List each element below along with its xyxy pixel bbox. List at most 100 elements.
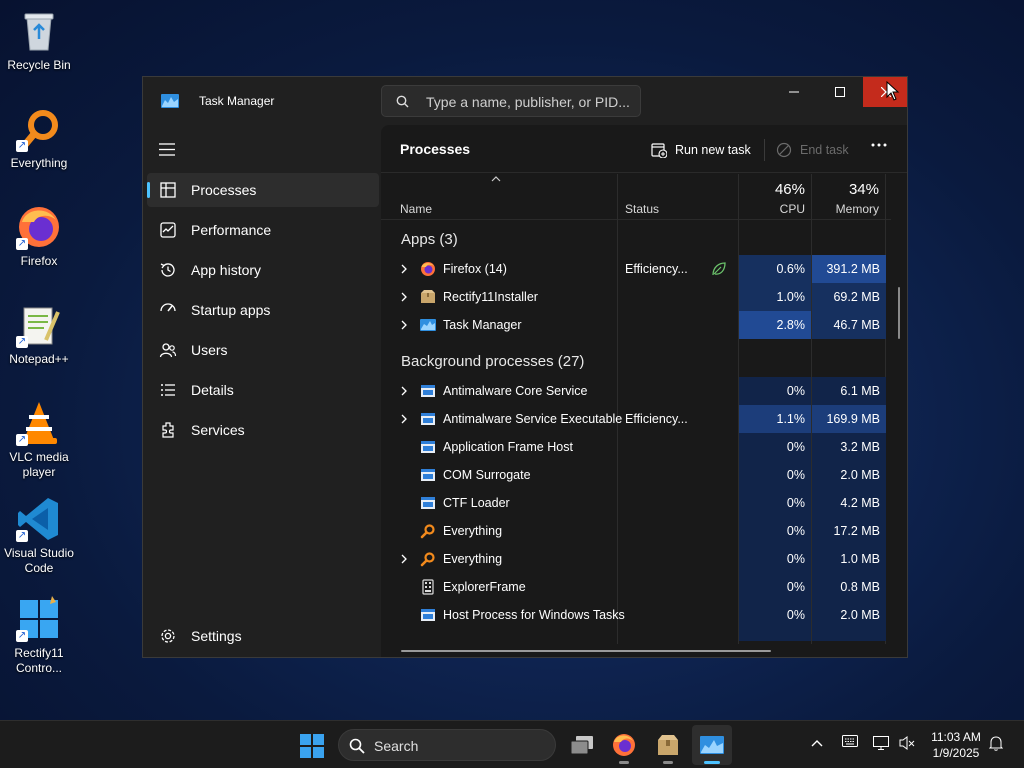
table-row[interactable]: COM Surrogate 0% 2.0 MB: [381, 461, 891, 489]
taskbar-search[interactable]: Search: [338, 729, 556, 761]
desktop-icon-label: Recycle Bin: [7, 58, 71, 72]
column-header-memory[interactable]: Memory: [811, 202, 879, 216]
desktop-icon-vscode[interactable]: ↗ Visual Studio Code: [2, 496, 76, 576]
process-memory: 17.2 MB: [812, 517, 886, 545]
process-cpu: 0%: [739, 573, 811, 601]
keyboard-icon[interactable]: [842, 735, 858, 747]
windows-start-icon[interactable]: [300, 734, 324, 758]
sidebar-item-performance[interactable]: Performance: [147, 213, 379, 247]
table-row[interactable]: ExplorerFrame 0% 0.8 MB: [381, 573, 891, 601]
system-clock[interactable]: 11:03 AM 1/9/2025: [922, 729, 990, 761]
process-name: Host Process for Windows Tasks: [443, 608, 625, 622]
sidebar-item-users[interactable]: Users: [147, 333, 379, 367]
sidebar-item-label: App history: [191, 262, 262, 278]
volume-muted-icon[interactable]: [899, 735, 915, 751]
end-task-button[interactable]: End task: [776, 139, 849, 161]
page-header: Processes Run new task End task: [381, 125, 907, 173]
everything-icon: ↗: [16, 106, 62, 152]
shortcut-arrow-icon: ↗: [16, 434, 28, 446]
taskbar: Search 11:03 AM 1/9/2025: [0, 720, 1024, 768]
chevron-right-icon[interactable]: [401, 320, 407, 330]
search-box[interactable]: [381, 85, 641, 117]
table-row[interactable]: Antimalware Service Executable Efficienc…: [381, 405, 891, 433]
memory-total-percent: 34%: [848, 181, 879, 198]
minimize-button[interactable]: [771, 77, 817, 107]
desktop-icon-notepadpp[interactable]: ↗ Notepad++: [2, 302, 76, 367]
process-cpu: 1.1%: [739, 405, 811, 433]
title-bar[interactable]: Task Manager: [143, 77, 907, 125]
column-header-status[interactable]: Status: [625, 202, 659, 216]
column-header-name[interactable]: Name: [400, 202, 432, 216]
desktop-icon-vlc[interactable]: ↗ VLC media player: [2, 400, 76, 480]
sidebar-item-services[interactable]: Services: [147, 413, 379, 447]
table-row[interactable]: Task Manager 2.8% 46.7 MB: [381, 311, 891, 339]
desktop-icon-recycle-bin[interactable]: Recycle Bin: [2, 8, 76, 73]
recycle-bin-icon: [16, 8, 62, 54]
desktop-icon-everything[interactable]: ↗ Everything: [2, 106, 76, 171]
hamburger-menu-icon[interactable]: [159, 143, 175, 156]
notification-bell-icon[interactable]: [989, 735, 1003, 751]
process-name: CTF Loader: [443, 496, 510, 510]
process-cpu: 1.0%: [739, 283, 811, 311]
task-manager-window: Task Manager Processes Performance App h…: [142, 76, 908, 658]
process-memory: 169.9 MB: [812, 405, 886, 433]
chevron-right-icon[interactable]: [401, 292, 407, 302]
chevron-right-icon[interactable]: [401, 264, 407, 274]
taskbar-task-view[interactable]: [562, 725, 602, 765]
table-row[interactable]: Rectify11Installer 1.0% 69.2 MB: [381, 283, 891, 311]
sidebar-item-app-history[interactable]: App history: [147, 253, 379, 287]
chevron-right-icon[interactable]: [401, 386, 407, 396]
network-icon[interactable]: [873, 735, 889, 751]
sidebar: Processes Performance App history Startu…: [143, 125, 381, 657]
services-icon: [162, 422, 174, 438]
search-icon: [349, 738, 365, 754]
installer-box-icon: [421, 290, 435, 303]
table-row[interactable]: [381, 629, 891, 641]
taskbar-installer[interactable]: [648, 725, 688, 765]
sidebar-item-settings[interactable]: Settings: [147, 619, 379, 653]
more-options-icon[interactable]: [871, 143, 887, 147]
users-icon: [159, 343, 177, 358]
end-task-label: End task: [800, 143, 849, 157]
process-memory: 391.2 MB: [812, 255, 886, 283]
table-row[interactable]: Application Frame Host 0% 3.2 MB: [381, 433, 891, 461]
chevron-right-icon[interactable]: [401, 414, 407, 424]
table-row[interactable]: Antimalware Core Service 0% 6.1 MB: [381, 377, 891, 405]
desktop-icon-firefox[interactable]: ↗ Firefox: [2, 204, 76, 269]
taskbar-firefox[interactable]: [604, 725, 644, 765]
sidebar-item-startup-apps[interactable]: Startup apps: [147, 293, 379, 327]
vertical-scrollbar[interactable]: [898, 287, 900, 339]
process-memory: 2.0 MB: [812, 461, 886, 489]
sidebar-item-processes[interactable]: Processes: [147, 173, 379, 207]
clock-date: 1/9/2025: [932, 746, 980, 760]
desktop-icon-rectify11-control[interactable]: ↗ Rectify11 Contro...: [2, 596, 76, 676]
sidebar-item-label: Processes: [191, 182, 257, 198]
run-new-task-icon: [651, 143, 667, 158]
maximize-icon: [835, 87, 845, 97]
run-new-task-button[interactable]: Run new task: [651, 139, 751, 161]
desktop-icon-label: Notepad++: [9, 352, 69, 366]
table-row[interactable]: Everything 0% 1.0 MB: [381, 545, 891, 573]
process-memory: 0.8 MB: [812, 573, 886, 601]
table-row[interactable]: CTF Loader 0% 4.2 MB: [381, 489, 891, 517]
process-status: Efficiency...: [625, 262, 688, 276]
firefox-icon: [421, 262, 435, 276]
taskbar-task-manager[interactable]: [692, 725, 732, 765]
process-name: COM Surrogate: [443, 468, 531, 482]
process-name: Task Manager: [443, 318, 522, 332]
process-memory: [812, 629, 886, 641]
column-header-cpu[interactable]: CPU: [739, 202, 805, 216]
sidebar-item-details[interactable]: Details: [147, 373, 379, 407]
chevron-right-icon[interactable]: [401, 554, 407, 564]
chevron-up-icon[interactable]: [811, 739, 823, 747]
running-indicator: [663, 761, 673, 764]
horizontal-scrollbar[interactable]: [401, 650, 771, 652]
maximize-button[interactable]: [817, 77, 863, 107]
process-status: Efficiency...: [625, 412, 688, 426]
process-cpu: 0.6%: [739, 255, 811, 283]
table-row[interactable]: Firefox (14) Efficiency... 0.6% 391.2 MB: [381, 255, 891, 283]
table-row[interactable]: Host Process for Windows Tasks 0% 2.0 MB: [381, 601, 891, 629]
search-input[interactable]: [426, 92, 632, 112]
table-row[interactable]: Everything 0% 17.2 MB: [381, 517, 891, 545]
shortcut-arrow-icon: ↗: [16, 336, 28, 348]
